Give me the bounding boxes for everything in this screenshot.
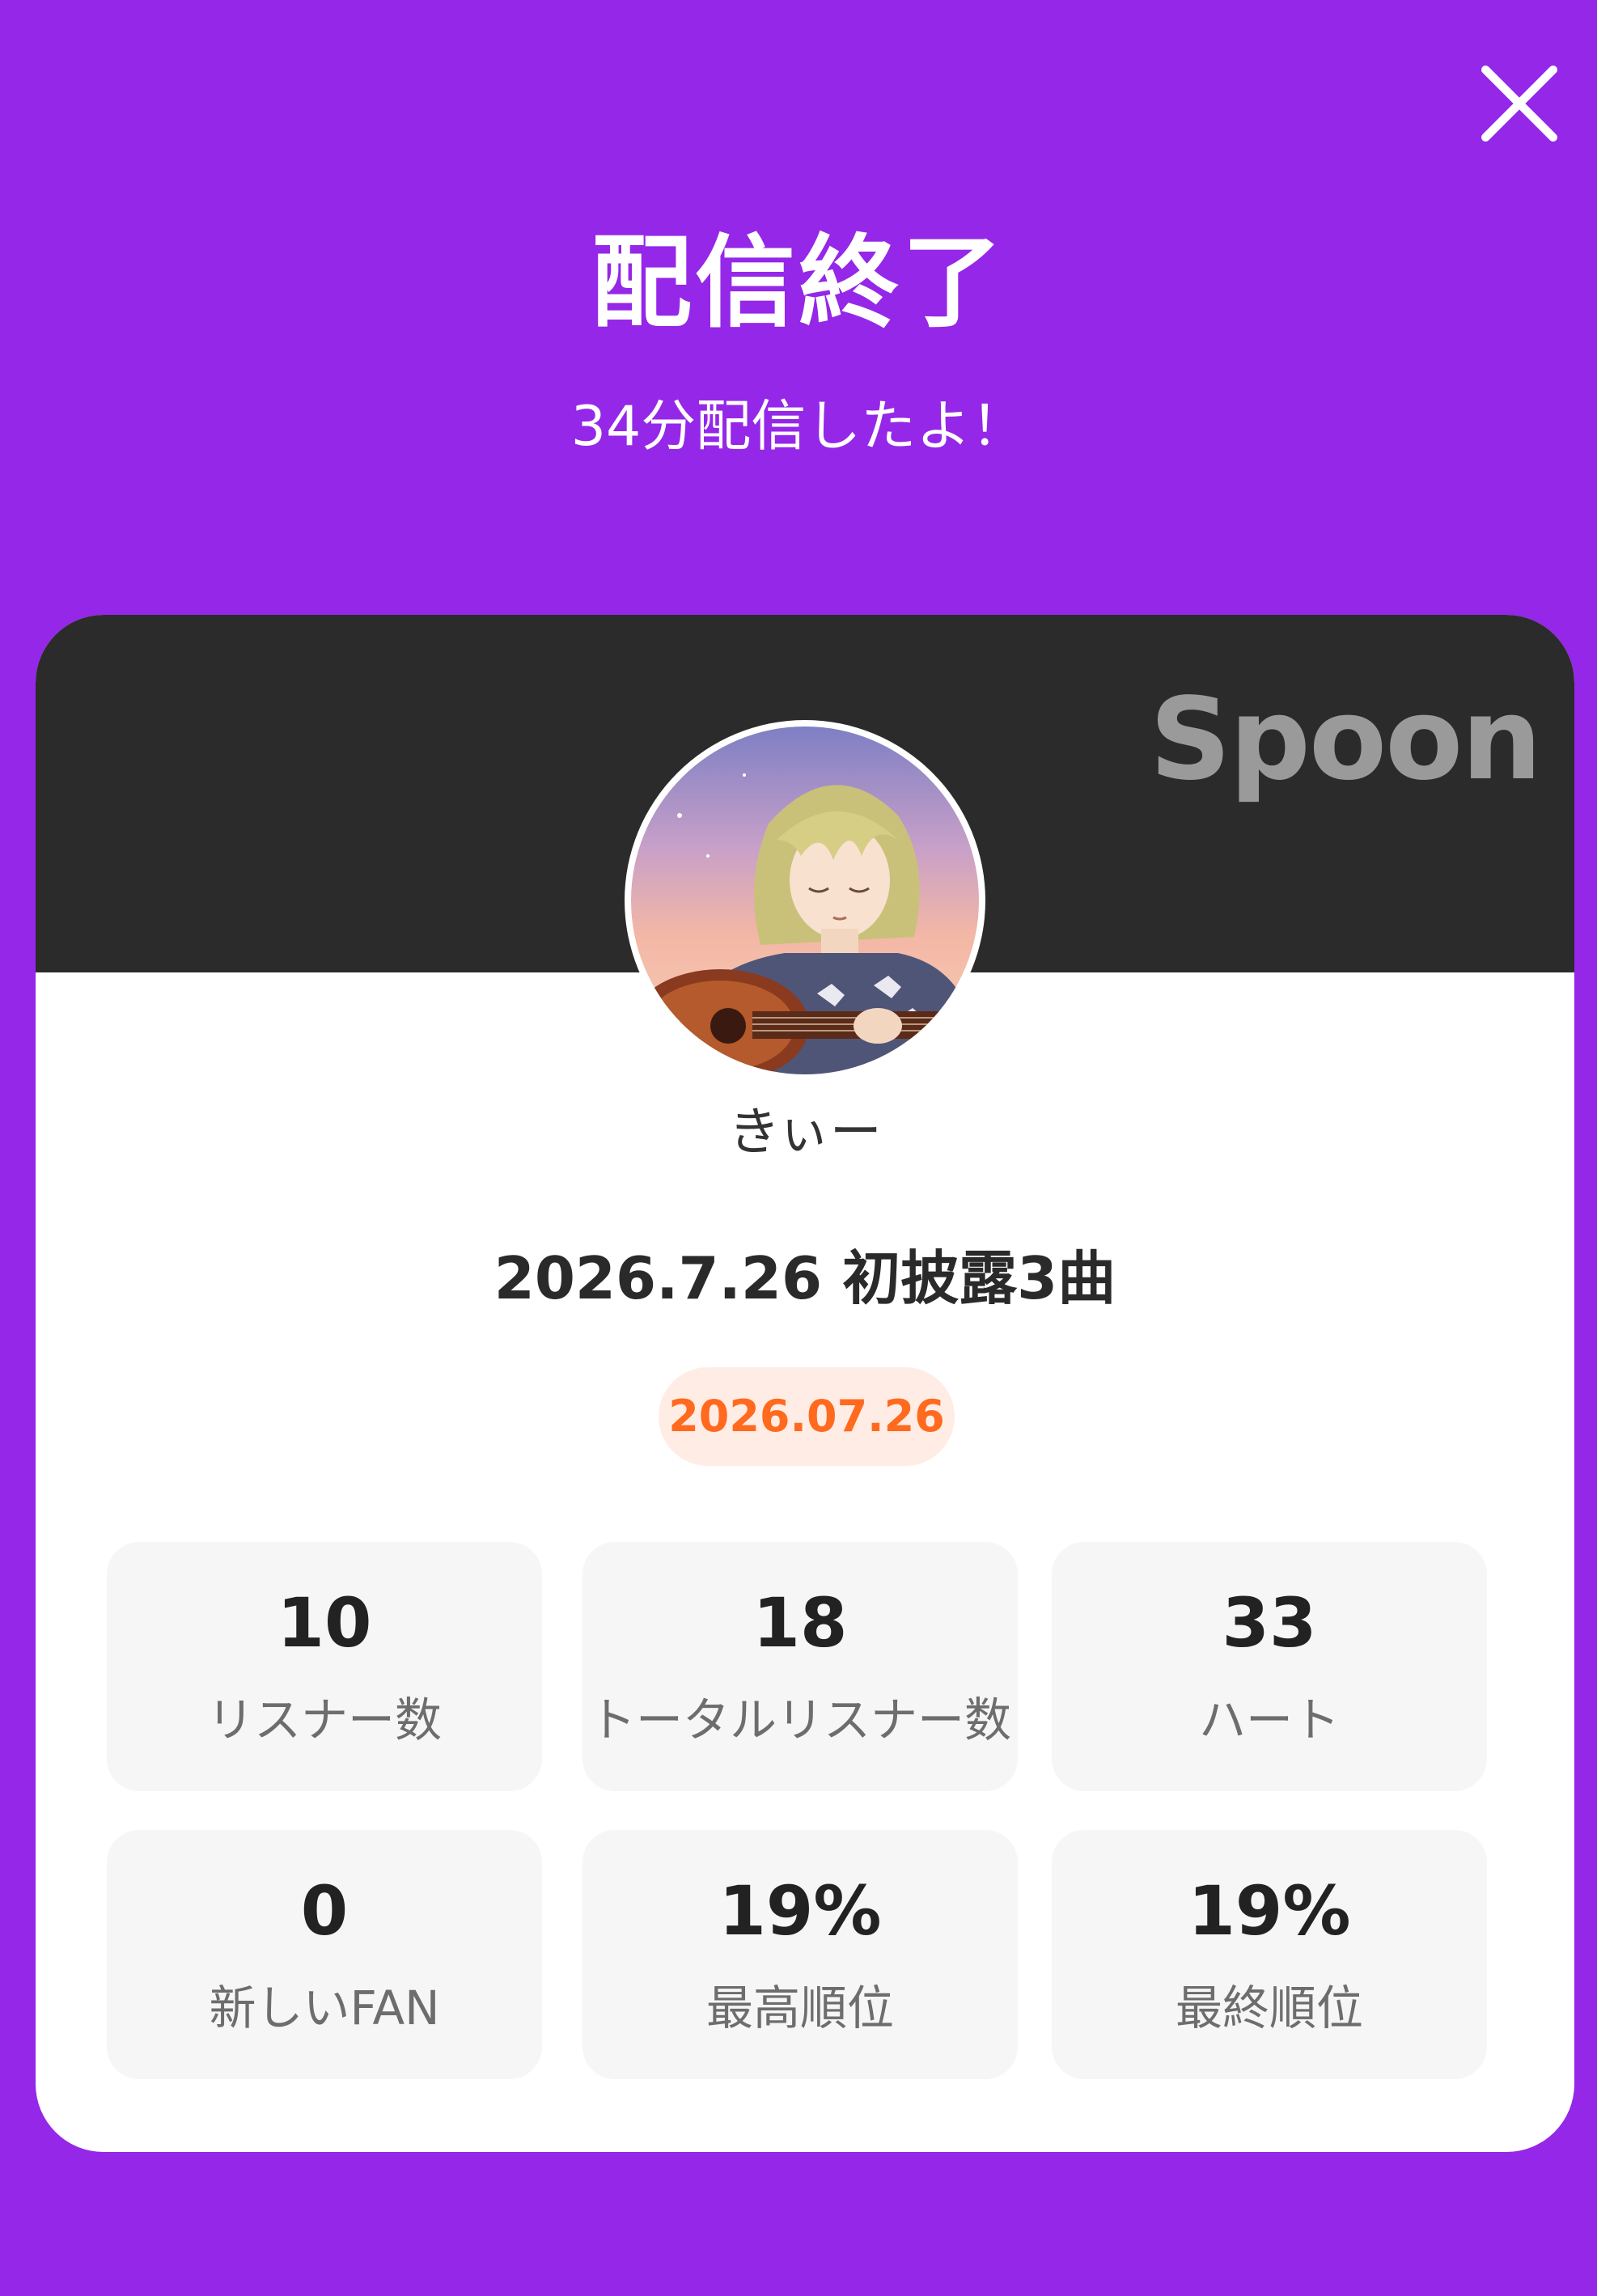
broadcast-title: 2026.7.26 初披露3曲: [494, 1244, 1116, 1312]
stat-value: 18: [752, 1583, 848, 1663]
stat-label: 新しいFAN: [209, 1980, 440, 2035]
stat-new-fans: 0 新しいFAN: [107, 1830, 542, 2079]
stat-listeners: 10 リスナー数: [107, 1542, 542, 1791]
page-title: 配信終了: [591, 225, 1006, 341]
stat-label: 最高順位: [705, 1980, 894, 2035]
avatar: [625, 720, 985, 1081]
stat-value: 10: [277, 1583, 372, 1663]
close-button[interactable]: [1472, 57, 1566, 150]
stat-total-listeners: 18 トータルリスナー数: [582, 1542, 1018, 1791]
date-badge: 2026.07.26: [659, 1367, 955, 1466]
stat-value: 19%: [1188, 1871, 1351, 1951]
broadcast-summary-card: Spoon きぃー 2026.7.26 初披露3曲 2026.07.26 10 …: [36, 615, 1574, 2152]
spoon-logo: Spoon: [1149, 674, 1542, 806]
stat-highest-rank: 19% 最高順位: [582, 1830, 1018, 2079]
stat-final-rank: 19% 最終順位: [1052, 1830, 1487, 2079]
stat-label: 最終順位: [1175, 1980, 1363, 2035]
avatar-illustration: [631, 727, 979, 1074]
duration-subtitle: 34分配信したよ！: [570, 395, 1027, 459]
stat-value: 19%: [718, 1871, 882, 1951]
stat-hearts: 33 ハート: [1052, 1542, 1487, 1791]
stat-label: リスナー数: [206, 1692, 442, 1747]
stat-label: ハート: [1198, 1692, 1340, 1747]
close-icon: [1481, 66, 1557, 142]
username: きぃー: [728, 1103, 882, 1163]
stat-value: 0: [300, 1871, 349, 1951]
stat-value: 33: [1222, 1583, 1317, 1663]
stat-label: トータルリスナー数: [588, 1692, 1011, 1747]
